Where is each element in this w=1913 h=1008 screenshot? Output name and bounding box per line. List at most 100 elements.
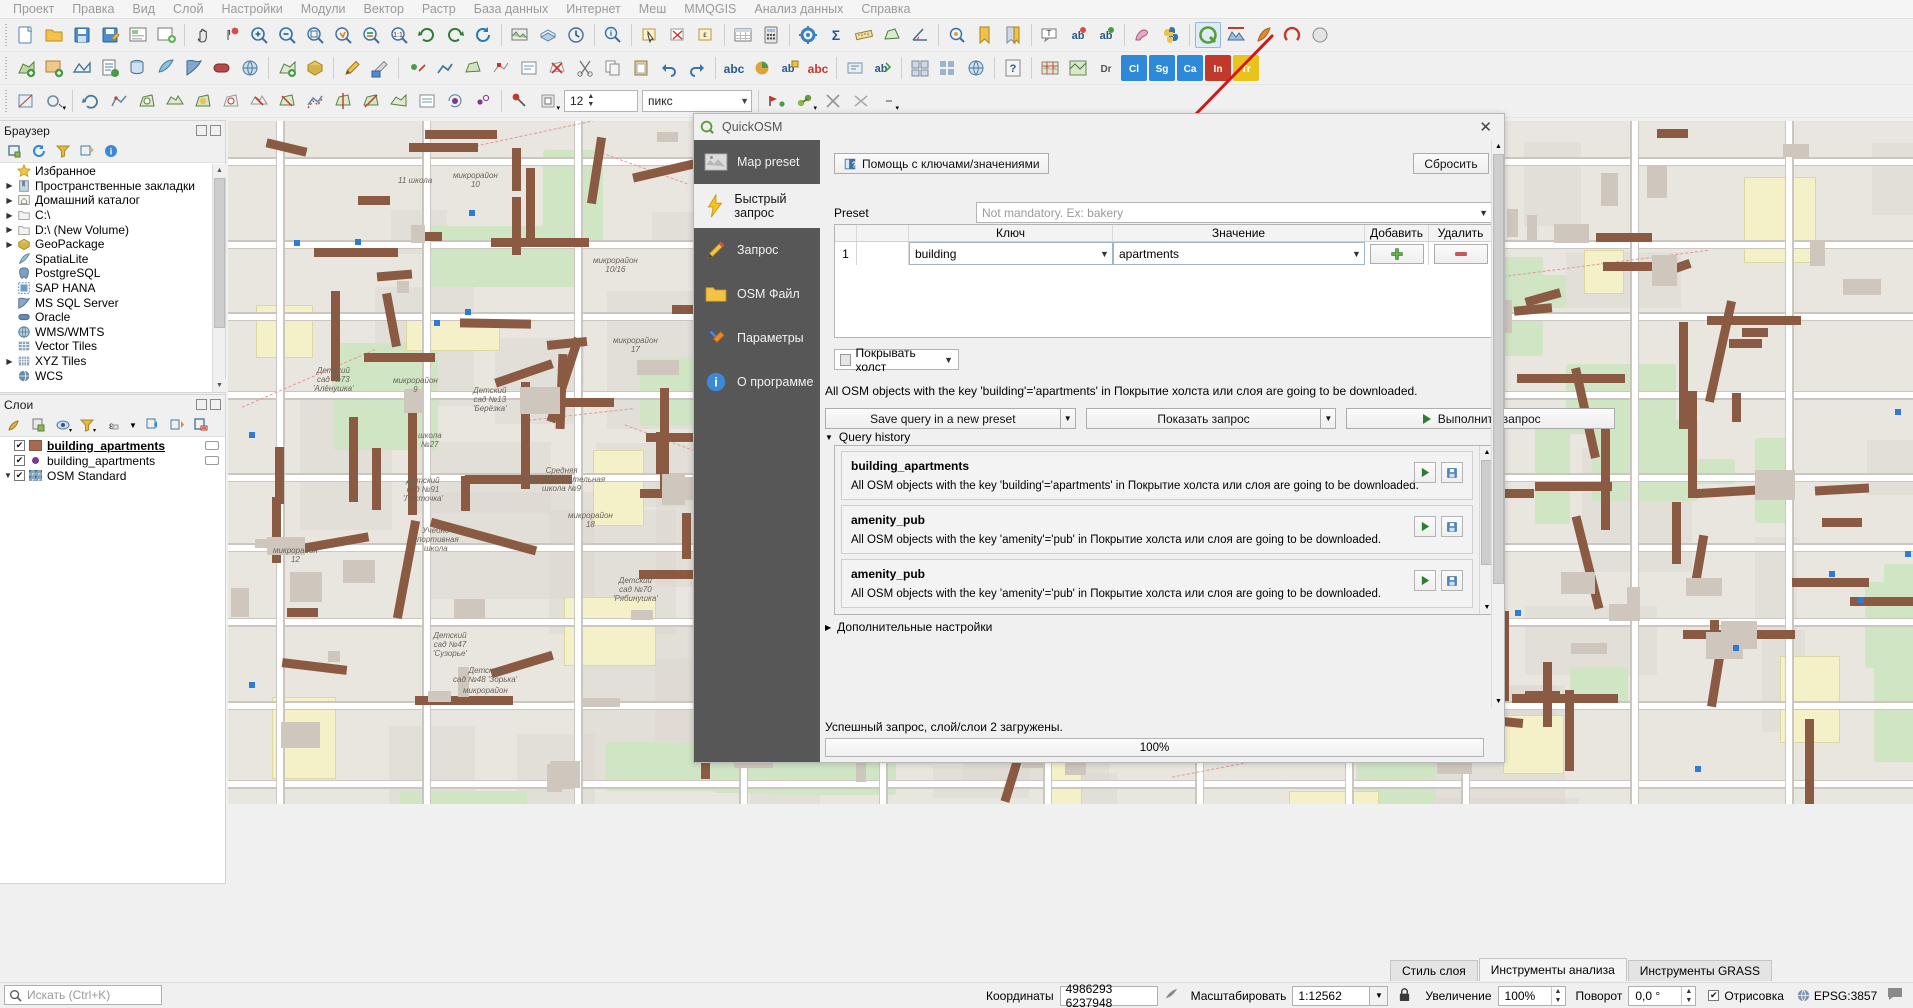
refresh-icon[interactable] — [29, 141, 49, 161]
measure-angle-icon[interactable] — [907, 22, 933, 48]
magnifier-up-icon[interactable]: ▲ — [1552, 987, 1565, 996]
layer-item[interactable]: ▼✔OSM Standard — [0, 468, 225, 483]
georeferencer-icon[interactable] — [1037, 55, 1063, 81]
toolbar-grip[interactable] — [3, 24, 9, 46]
quickosm-tab-map-preset[interactable]: Map preset — [694, 140, 820, 184]
add-mesh-layer-icon[interactable] — [69, 55, 95, 81]
history-run-button[interactable] — [1414, 516, 1436, 537]
menu-item-settings[interactable]: Настройки — [212, 0, 291, 18]
browser-item-[interactable]: ▶Пространственные закладки — [0, 179, 225, 194]
show-bookmarks-icon[interactable] — [1000, 22, 1026, 48]
menu-item-view[interactable]: Вид — [123, 0, 164, 18]
multi-edit-icon[interactable] — [907, 55, 933, 81]
highlight-pinned-labels-icon[interactable]: ab — [1093, 22, 1119, 48]
time-controller-icon[interactable] — [563, 22, 589, 48]
rotation-spinner[interactable]: 0,0 ° ▲▼ — [1628, 986, 1696, 1006]
history-save-button[interactable] — [1441, 570, 1463, 591]
bottom-tab-инструменты-grass[interactable]: Инструменты GRASS — [1628, 960, 1772, 981]
expand-arrow-icon[interactable]: ▶ — [4, 240, 15, 249]
digitize-shape-icon[interactable] — [13, 88, 39, 114]
osm-tools-icon[interactable] — [1065, 55, 1091, 81]
vertex-tool-icon[interactable] — [488, 55, 514, 81]
size-dropdown[interactable]: ▾ — [535, 88, 561, 114]
add-postgis-layer-icon[interactable] — [125, 55, 151, 81]
expand-all-icon[interactable] — [143, 415, 163, 435]
zoom-next-icon[interactable] — [442, 22, 468, 48]
layers-panel-float-button[interactable] — [196, 399, 207, 410]
enable-tracing-icon[interactable] — [764, 88, 790, 114]
pan-to-selection-icon[interactable] — [218, 22, 244, 48]
quickosm-tab-osm-файл[interactable]: OSM Файл — [694, 272, 820, 316]
dialog-scroll-thumb[interactable] — [1493, 154, 1504, 584]
scroll-down-icon[interactable]: ▼ — [1492, 695, 1505, 708]
shape-tools-dropdown[interactable]: ▾ — [41, 88, 67, 114]
more-tools-icon[interactable] — [1307, 22, 1333, 48]
browser-item-wms-wmts[interactable]: WMS/WMTS — [0, 325, 225, 340]
layer-item[interactable]: ✔building_apartments — [0, 453, 225, 468]
save-preset-button[interactable]: Save query in a new preset — [825, 408, 1061, 429]
delete-row-button[interactable] — [1434, 244, 1488, 264]
cut-features-icon[interactable] — [572, 55, 598, 81]
browser-item-xyz-tiles[interactable]: ▶XYZ Tiles — [0, 354, 225, 369]
labeling-options-icon[interactable]: ab — [777, 55, 803, 81]
expand-arrow-icon[interactable]: ▶ — [4, 225, 15, 234]
add-row-button[interactable] — [1370, 244, 1424, 264]
plugin-cl-icon[interactable]: Cl — [1121, 55, 1147, 81]
field-calculator-icon[interactable] — [758, 22, 784, 48]
rotation-up-icon[interactable]: ▲ — [1682, 987, 1695, 996]
browser-item-postgresql[interactable]: PostgreSQL — [0, 266, 225, 281]
add-mssql-layer-icon[interactable] — [181, 55, 207, 81]
layer-item[interactable]: ✔building_apartments — [0, 438, 225, 453]
preset-select[interactable]: Not mandatory. Ex: bakery ▼ — [976, 202, 1494, 223]
expand-arrow-icon[interactable]: ▶ — [4, 211, 15, 220]
identify-features-icon[interactable]: i — [600, 22, 626, 48]
add-wms-layer-icon[interactable] — [237, 55, 263, 81]
style-manager-icon[interactable] — [1130, 22, 1156, 48]
expand-triangle-icon[interactable]: ▶ — [825, 623, 831, 632]
history-item[interactable]: amenity_pubAll OSM objects with the key … — [841, 559, 1473, 608]
browser-item-ms-sql-server[interactable]: MS SQL Server — [0, 295, 225, 310]
plugin-dr-icon[interactable]: Dr — [1093, 55, 1119, 81]
scroll-down-icon[interactable]: ▼ — [213, 379, 226, 392]
zoom-native-icon[interactable]: 1:1 — [386, 22, 412, 48]
help-keys-values-button[interactable]: ? Помощь с ключами/значениями — [834, 153, 1049, 174]
avoid-overlap-icon[interactable] — [820, 88, 846, 114]
add-vector-layer-icon[interactable] — [13, 55, 39, 81]
info-icon[interactable]: i — [101, 141, 121, 161]
quickosm-title-bar[interactable]: QuickOSM ✕ — [694, 114, 1504, 140]
render-toggle[interactable]: ✔ Отрисовка — [1696, 989, 1784, 1003]
new-shapefile-icon[interactable] — [274, 55, 300, 81]
zoom-out-icon[interactable] — [274, 22, 300, 48]
history-save-button[interactable] — [1441, 462, 1463, 483]
menu-item-help[interactable]: Справка — [852, 0, 919, 18]
scale-input[interactable]: 1:12562 — [1292, 986, 1370, 1006]
label-icon[interactable]: abc — [721, 55, 747, 81]
browser-item-vector-tiles[interactable]: Vector Tiles — [0, 339, 225, 354]
zoom-layer-icon[interactable] — [358, 22, 384, 48]
paste-features-icon[interactable] — [628, 55, 654, 81]
pin-labels-icon[interactable] — [842, 55, 868, 81]
layout-manager-icon[interactable] — [125, 22, 151, 48]
scale-dropdown[interactable]: ▼ — [1370, 986, 1388, 1006]
statistics-icon[interactable]: Σ — [823, 22, 849, 48]
layers-tree[interactable]: ✔building_apartments✔building_apartments… — [0, 438, 225, 883]
plugin-in-icon[interactable]: In — [1205, 55, 1231, 81]
menu-item-internet[interactable]: Интернет — [557, 0, 630, 18]
delete-part-icon[interactable] — [246, 88, 272, 114]
snap-more-dropdown[interactable]: ▾ — [876, 88, 902, 114]
text-annotation-icon[interactable]: T — [1037, 22, 1063, 48]
help-icon[interactable]: ? — [1000, 55, 1026, 81]
scroll-up-icon[interactable]: ▲ — [213, 164, 226, 177]
lock-scale-icon[interactable] — [1388, 987, 1419, 1005]
browser-panel-close-button[interactable] — [210, 125, 221, 136]
save-project-icon[interactable] — [69, 22, 95, 48]
toolbar-grip[interactable] — [3, 57, 9, 79]
undo-icon[interactable] — [656, 55, 682, 81]
modify-attributes-icon[interactable] — [516, 55, 542, 81]
quickosm-tab-быстрый-запрос[interactable]: Быстрый запрос — [694, 184, 820, 228]
mmqgis-icon[interactable] — [1251, 22, 1277, 48]
deselect-icon[interactable] — [665, 22, 691, 48]
add-group-icon[interactable] — [29, 415, 49, 435]
redo-icon[interactable] — [684, 55, 710, 81]
save-preset-dropdown[interactable]: ▼ — [1061, 408, 1076, 429]
